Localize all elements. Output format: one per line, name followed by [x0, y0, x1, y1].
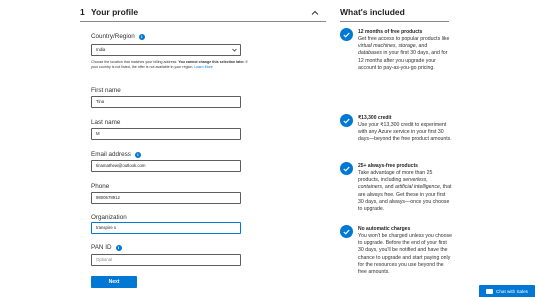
benefit-body-italic: databases — [358, 50, 382, 57]
phone-field[interactable]: 9800578912 — [91, 192, 241, 204]
country-label: Country/Region i — [91, 33, 145, 40]
email-field[interactable]: tinamathew@outlook.com — [91, 160, 241, 172]
last-name-field[interactable]: M — [91, 128, 241, 140]
country-select[interactable]: India — [91, 44, 241, 56]
chat-icon — [486, 288, 494, 294]
chat-with-sales-button[interactable]: Chat with Sales — [479, 285, 535, 297]
email-label-text: Email address — [91, 151, 131, 158]
benefit-item: ₹13,300 credit Use your ₹13,300 credit t… — [340, 114, 452, 150]
check-icon — [340, 28, 353, 41]
chat-label: Chat with Sales — [496, 288, 528, 294]
country-help-text: Choose the location that matches your bi… — [91, 60, 251, 71]
chevron-up-icon[interactable] — [310, 8, 320, 18]
help-prefix: Choose the location that matches your bi… — [91, 60, 179, 64]
organization-label-text: Organization — [91, 214, 127, 221]
country-value: India — [96, 47, 106, 52]
check-icon — [340, 225, 353, 238]
pan-label: PAN ID i — [91, 244, 122, 251]
section-title: Your profile — [91, 7, 139, 17]
benefit-title: ₹13,300 credit — [358, 115, 392, 121]
phone-label: Phone — [91, 183, 109, 190]
last-name-label-text: Last name — [91, 119, 121, 126]
first-name-field[interactable]: Tina — [91, 96, 241, 108]
benefit-body: Take advantage of more than 25 products,… — [358, 170, 452, 213]
benefit-item: No automatic charges You won't be charge… — [340, 225, 452, 285]
info-icon[interactable]: i — [138, 33, 145, 40]
benefit-body-italic: virtual machines, storage, — [358, 43, 418, 50]
benefit-body-text: Get free access to popular products like — [358, 36, 450, 42]
benefit-body-italic: artificial intelligence, — [394, 184, 442, 191]
benefit-item: 25+ always-free products Take advantage … — [340, 162, 452, 214]
whats-included-title: What's included — [340, 6, 449, 22]
email-value: tinamathew@outlook.com — [96, 163, 146, 168]
organization-value: transpire s — [96, 225, 117, 230]
learn-more-link[interactable]: Learn More — [194, 65, 212, 69]
pan-placeholder: Optional — [96, 257, 113, 262]
benefit-body: You won't be charged unless you choose t… — [358, 233, 452, 276]
benefit-body: Use your ₹13,300 credit to experiment wi… — [358, 122, 452, 144]
email-label: Email address i — [91, 151, 141, 158]
last-name-value: M — [96, 131, 100, 136]
organization-label: Organization — [91, 214, 127, 221]
benefit-body-text: You won't be charged unless you choose t… — [358, 233, 452, 276]
first-name-label-text: First name — [91, 87, 121, 94]
benefit-body-text: and — [417, 43, 428, 50]
phone-value: 9800578912 — [96, 195, 120, 200]
pan-label-text: PAN ID — [91, 244, 112, 251]
benefit-title: 12 months of free products — [358, 29, 423, 35]
benefit-body-text: Use your ₹13,300 credit to experiment wi… — [358, 122, 452, 143]
info-icon[interactable]: i — [115, 244, 122, 251]
help-bold: You cannot change this selection later. — [178, 60, 245, 64]
benefit-body: Get free access to popular products like… — [358, 36, 452, 72]
benefit-item: 12 months of free products Get free acce… — [340, 28, 452, 80]
pan-field[interactable]: Optional — [91, 254, 241, 266]
phone-label-text: Phone — [91, 183, 110, 190]
country-label-text: Country/Region — [91, 33, 135, 40]
first-name-label: First name — [91, 87, 121, 94]
check-icon — [340, 162, 353, 175]
benefit-body-text: and — [383, 184, 395, 191]
benefit-title: 25+ always-free products — [358, 163, 418, 169]
last-name-label: Last name — [91, 119, 120, 126]
benefit-title: No automatic charges — [358, 226, 411, 232]
first-name-value: Tina — [96, 99, 105, 104]
step-number: 1 — [80, 7, 85, 17]
check-icon — [340, 114, 353, 127]
profile-section-header[interactable]: 1 Your profile — [80, 6, 326, 22]
info-icon[interactable]: i — [134, 151, 141, 158]
chevron-down-icon — [232, 48, 237, 52]
organization-field[interactable]: transpire s — [91, 222, 241, 234]
next-button[interactable]: Next — [91, 276, 137, 288]
